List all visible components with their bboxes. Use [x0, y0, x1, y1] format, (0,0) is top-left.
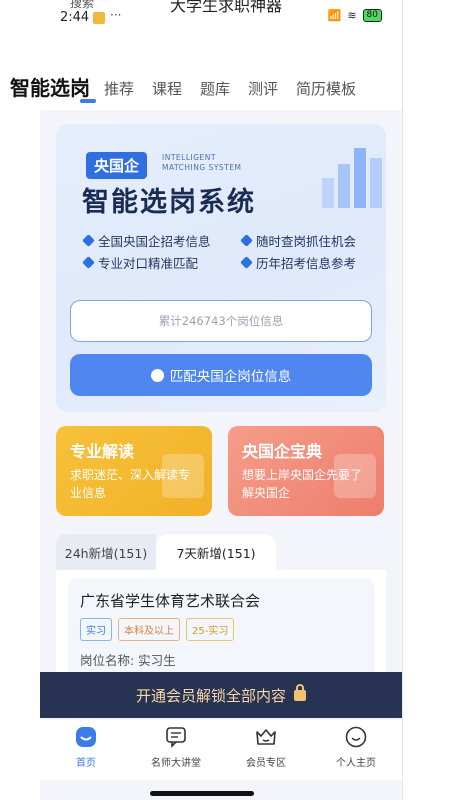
wifi-icon: ≋: [347, 9, 357, 22]
job-position: 岗位名称: 实习生: [80, 653, 176, 668]
job-org-name: 广东省学生体育艺术联合会: [80, 592, 261, 610]
soe-tag: 央国企: [86, 152, 148, 179]
bullet-icon: [240, 234, 253, 247]
tab-smart-select[interactable]: 智能选岗: [10, 72, 90, 101]
tab-recommend[interactable]: 推荐: [104, 78, 134, 99]
match-jobs-button[interactable]: 匹配央国企岗位信息: [70, 354, 372, 396]
hero-feature: 全国央国企招考信息: [82, 231, 211, 250]
tab-resume-templates[interactable]: 简历模板: [296, 78, 356, 99]
unlock-vip-button[interactable]: 开通会员解锁全部内容: [40, 672, 402, 718]
tab-assessment[interactable]: 测评: [248, 78, 278, 99]
tab-7day-new[interactable]: 7天新增(151): [156, 534, 276, 570]
job-list-section: 24h新增(151) 7天新增(151) 广东省学生体育艺术联合会 实习 本科及…: [56, 534, 386, 690]
status-bar: 搜索 大学生求职神器 2:44 ··· 📶 ≋ 80: [0, 0, 402, 30]
active-tab-indicator: [80, 99, 96, 103]
hero-feature: 历年招考信息参考: [240, 253, 356, 272]
status-time: 2:44: [60, 10, 90, 25]
home-icon: [76, 727, 96, 747]
nav-vip[interactable]: 会员专区: [226, 726, 306, 769]
lecture-icon: [166, 727, 186, 748]
major-interpretation-card[interactable]: 专业解读 求职迷茫、深入解读专业信息: [56, 426, 212, 516]
app-frame: 搜索 大学生求职神器 2:44 ··· 📶 ≋ 80 智能选岗 推荐 课程 题库…: [0, 0, 403, 800]
more-dots: ···: [110, 8, 122, 22]
job-tags: 实习 本科及以上 25-实习: [80, 618, 235, 641]
soe-guide-card[interactable]: 央国企宝典 想要上岸央国企先要了解央国企: [228, 426, 384, 516]
job-tag: 25-实习: [186, 618, 235, 641]
profile-icon: [345, 726, 367, 748]
bullet-icon: [82, 234, 95, 247]
app-name: 大学生求职神器: [170, 0, 283, 15]
hero-title: 智能选岗系统: [82, 187, 256, 218]
lock-icon: [294, 683, 306, 701]
nav-profile[interactable]: 个人主页: [316, 726, 396, 769]
battery-icon: 80: [362, 9, 382, 22]
tab-24h-new[interactable]: 24h新增(151): [56, 534, 156, 570]
crown-icon: [256, 729, 276, 745]
hero-feature: 专业对口精准匹配: [82, 253, 198, 272]
nav-lecture[interactable]: 名师大讲堂: [136, 726, 216, 769]
smart-select-banner: 央国企 INTELLIGENT MATCHING SYSTEM 智能选岗系统 全…: [56, 124, 386, 412]
hero-english-subtitle: INTELLIGENT MATCHING SYSTEM: [162, 153, 242, 172]
home-indicator[interactable]: [150, 791, 254, 796]
notification-icon: [93, 12, 105, 24]
job-tag: 本科及以上: [118, 618, 180, 641]
tab-courses[interactable]: 课程: [152, 78, 182, 99]
nav-home[interactable]: 首页: [46, 726, 126, 769]
job-search-input[interactable]: 累计246743个岗位信息: [70, 300, 372, 342]
bar-chart-decoration-icon: [322, 148, 382, 208]
job-tag: 实习: [80, 618, 112, 641]
top-tabs: 智能选岗 推荐 课程 题库 测评 简历模板: [0, 72, 402, 106]
signal-icon: 📶: [327, 9, 342, 22]
search-icon: [150, 368, 164, 382]
system-icons: 📶 ≋ 80: [328, 9, 382, 22]
bullet-icon: [82, 256, 95, 269]
bottom-nav: 首页 名师大讲堂 会员专区 个人主页: [0, 720, 402, 780]
tab-question-bank[interactable]: 题库: [200, 78, 230, 99]
hero-feature: 随时查岗抓住机会: [240, 231, 356, 250]
bullet-icon: [240, 256, 253, 269]
